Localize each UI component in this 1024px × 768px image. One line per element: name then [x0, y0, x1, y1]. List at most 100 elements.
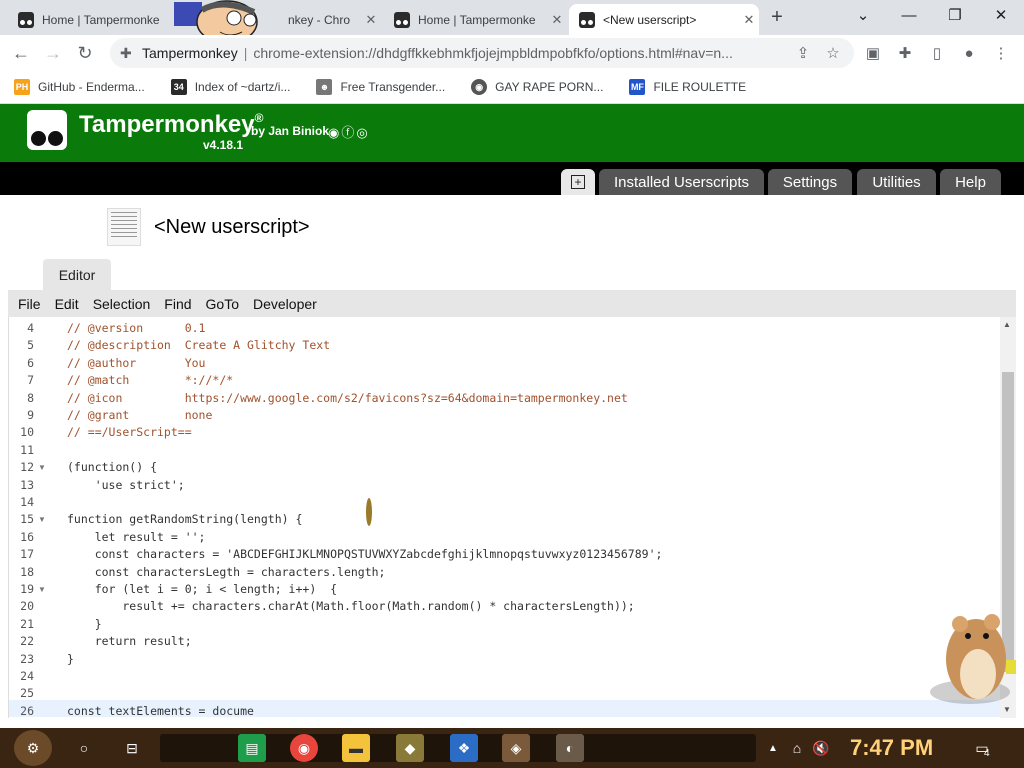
fold-arrow-icon[interactable]: ▼: [38, 515, 46, 524]
code-line[interactable]: function getRandomString(length) {: [67, 512, 302, 526]
ph-favicon-icon: PH: [14, 79, 30, 95]
menu-find[interactable]: Find: [164, 296, 191, 312]
tab-search-icon[interactable]: ⌄: [840, 0, 886, 30]
browser-tab-4-active[interactable]: <New userscript> ✕: [569, 4, 759, 35]
line-number: 8: [27, 390, 34, 405]
code-line[interactable]: let result = '';: [67, 530, 206, 544]
tab-title: <New userscript>: [603, 12, 697, 27]
side-panel-icon[interactable]: ▯: [924, 38, 950, 68]
menu-file[interactable]: File: [18, 296, 41, 312]
menu-developer[interactable]: Developer: [253, 296, 317, 312]
tampermonkey-extension-icon[interactable]: ▣: [860, 38, 886, 68]
code-line[interactable]: result += characters.charAt(Math.floor(M…: [67, 599, 634, 613]
app-icon-4[interactable]: ◐: [556, 734, 584, 762]
code-line[interactable]: (function() {: [67, 460, 157, 474]
code-line[interactable]: }: [67, 652, 74, 666]
bookmark-item[interactable]: ◉ GAY RAPE PORN...: [471, 79, 603, 95]
code-line[interactable]: // @grant none: [67, 408, 212, 422]
code-line[interactable]: // @author You: [67, 356, 205, 370]
bookmark-star-icon[interactable]: ☆: [820, 38, 846, 68]
browser-tab-3[interactable]: Home | Tampermonke ✕: [384, 4, 567, 35]
code-line[interactable]: const characters = 'ABCDEFGHIJKLMNOPQSTU…: [67, 547, 663, 561]
close-tab-icon[interactable]: ✕: [547, 12, 567, 28]
file-explorer-icon[interactable]: ▬: [342, 734, 370, 762]
tab-settings[interactable]: Settings: [768, 169, 852, 195]
back-icon[interactable]: ←: [6, 38, 36, 68]
app-icon-2[interactable]: ❖: [450, 734, 478, 762]
fold-arrow-icon[interactable]: ▼: [38, 585, 46, 594]
tab-utilities[interactable]: Utilities: [857, 169, 936, 195]
profile-avatar-icon[interactable]: ●: [956, 38, 982, 68]
tray-chevron-icon[interactable]: ▲: [764, 734, 782, 762]
share-icon[interactable]: ⇪: [790, 38, 816, 68]
bookmark-label: GAY RAPE PORN...: [495, 80, 604, 94]
close-tab-icon[interactable]: ✕: [739, 12, 759, 28]
bookmark-item[interactable]: 34 Index of ~dartz/i...: [170, 79, 290, 95]
menu-goto[interactable]: GoTo: [206, 296, 239, 312]
code-line[interactable]: // @match *://*/*: [67, 373, 233, 387]
app-icon-3[interactable]: ◈: [502, 734, 530, 762]
code-line[interactable]: // @description Create A Glitchy Text: [67, 338, 330, 352]
new-tab-button[interactable]: +: [765, 5, 789, 29]
registered-mark: ®: [254, 111, 264, 125]
address-bar[interactable]: ✚ Tampermonkey | chrome-extension://dhdg…: [110, 38, 854, 68]
restore-button[interactable]: ❐: [932, 0, 978, 30]
start-button-icon[interactable]: ⚙: [14, 730, 52, 766]
sheets-app-icon[interactable]: ▤: [238, 734, 266, 762]
volume-muted-icon[interactable]: 🔇: [810, 734, 832, 762]
code-line[interactable]: 'use strict';: [67, 478, 185, 492]
site-name: Tampermonkey: [142, 45, 238, 61]
code-line[interactable]: }: [67, 617, 102, 631]
network-icon[interactable]: ⌂: [786, 734, 808, 762]
social-icons: ◉ⓕ◎: [328, 122, 370, 141]
browser-tab-1[interactable]: Home | Tampermonke ✕: [8, 4, 191, 35]
forward-icon[interactable]: →: [38, 38, 68, 68]
tab-title: Home | Tampermonke: [42, 12, 160, 27]
line-number: 17: [20, 547, 34, 562]
new-script-tab[interactable]: +: [561, 169, 595, 195]
bookmark-item[interactable]: ☻ Free Transgender...: [316, 79, 445, 95]
extensions-puzzle-icon[interactable]: ✚: [892, 38, 918, 68]
code-line[interactable]: // ==/UserScript==: [67, 425, 192, 439]
close-window-button[interactable]: ✕: [978, 0, 1024, 30]
menu-kebab-icon[interactable]: ⋮: [988, 38, 1014, 68]
notification-count: 4: [984, 748, 990, 759]
github-icon[interactable]: ◉: [328, 125, 341, 140]
bookmark-item[interactable]: MF FILE ROULETTE: [629, 79, 746, 95]
bookmark-item[interactable]: PH GitHub - Enderma...: [14, 79, 145, 95]
code-line[interactable]: return result;: [67, 634, 192, 648]
mouse-cursor-icon: [366, 498, 372, 526]
notifications-icon[interactable]: ▭: [970, 734, 994, 762]
code-line[interactable]: for (let i = 0; i < length; i++) {: [67, 582, 337, 596]
task-view-icon[interactable]: ⊟: [118, 734, 146, 762]
tab-help[interactable]: Help: [940, 169, 1001, 195]
line-number: 26: [20, 703, 34, 718]
chrome-app-icon[interactable]: ◉: [290, 734, 318, 762]
line-number: 4: [27, 321, 34, 335]
facebook-icon[interactable]: ⓕ: [341, 125, 356, 140]
code-line[interactable]: const charactersLegth = characters.lengt…: [67, 565, 386, 579]
line-number: 10: [20, 425, 34, 440]
app-icon-1[interactable]: ◆: [396, 734, 424, 762]
minimize-button[interactable]: —: [886, 0, 932, 30]
instagram-icon[interactable]: ◎: [356, 125, 369, 140]
menu-selection[interactable]: Selection: [93, 296, 151, 312]
tampermonkey-favicon-icon: [579, 11, 595, 28]
menu-edit[interactable]: Edit: [55, 296, 79, 312]
scroll-up-icon[interactable]: ▲: [1003, 320, 1011, 329]
code-line[interactable]: const textElements = docume: [67, 704, 254, 718]
system-clock[interactable]: 7:47 PM: [850, 735, 933, 761]
code-lines[interactable]: 4 // @version 0.1 5 // @description Create …: [8, 321, 1000, 718]
fold-arrow-icon[interactable]: ▼: [38, 463, 46, 472]
tab-installed-userscripts[interactable]: Installed Userscripts: [599, 169, 764, 195]
code-line[interactable]: // @icon https://www.google.com/s2/favic…: [67, 391, 628, 405]
close-tab-icon[interactable]: ✕: [361, 12, 381, 28]
tab-editor[interactable]: Editor: [43, 259, 111, 290]
script-title: <New userscript>: [154, 216, 310, 238]
editor-menu-bar: File Edit Selection Find GoTo Developer: [8, 290, 1016, 317]
line-number: 12: [20, 460, 34, 475]
search-circle-icon[interactable]: ○: [70, 734, 98, 762]
address-separator: |: [243, 45, 248, 61]
reload-icon[interactable]: ↻: [70, 38, 100, 68]
code-line[interactable]: // @version 0.1: [67, 321, 205, 335]
